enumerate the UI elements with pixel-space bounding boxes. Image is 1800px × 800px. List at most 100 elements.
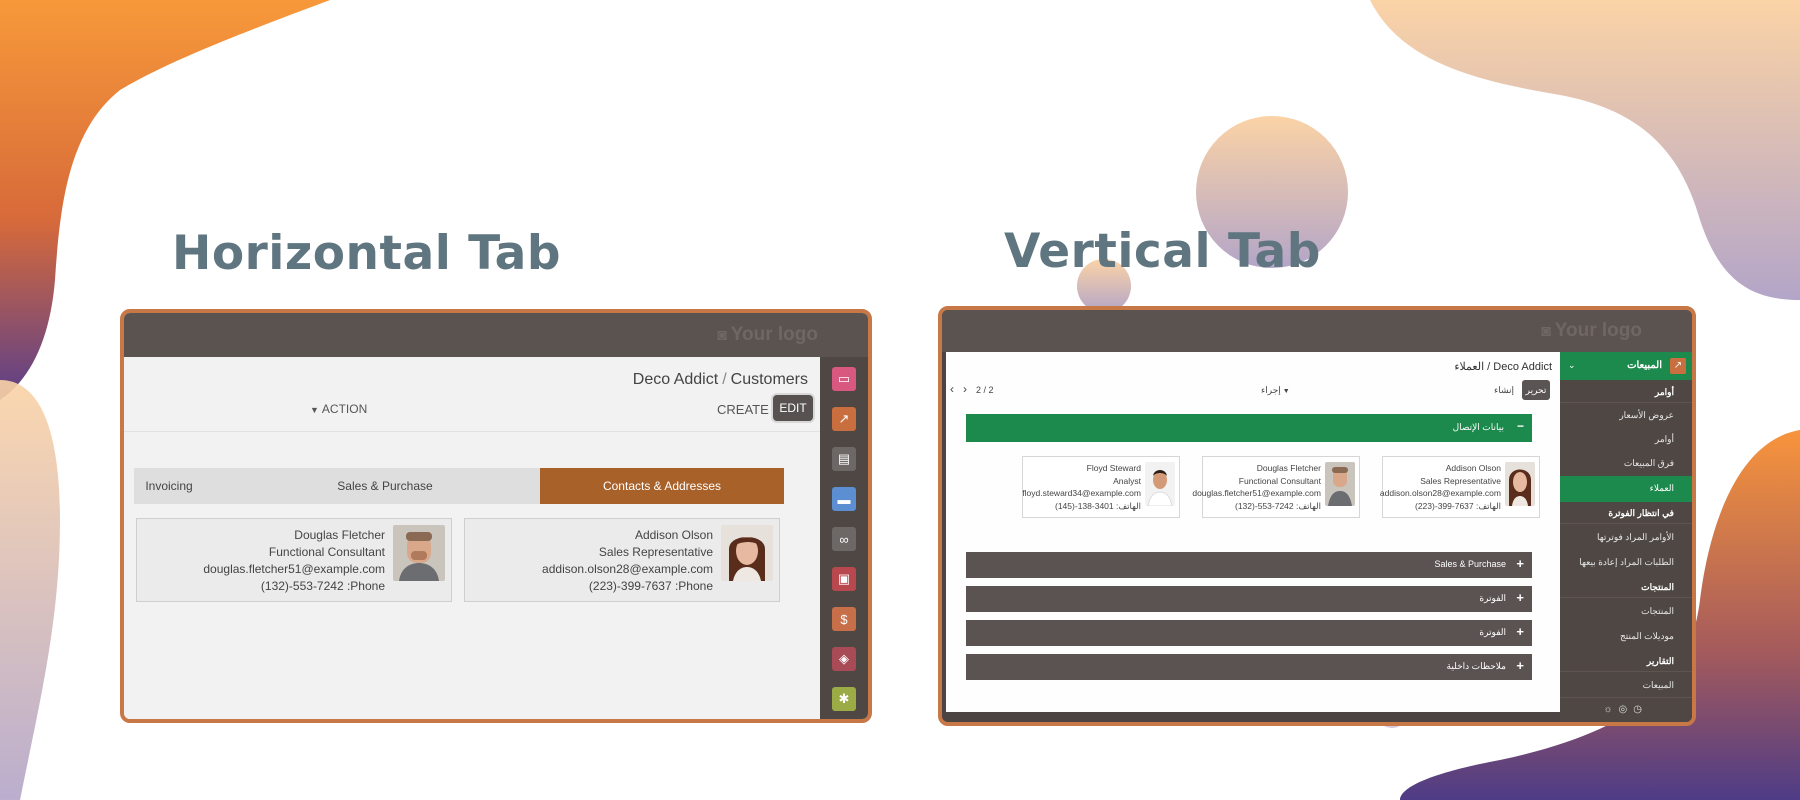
tab-contacts-addresses[interactable]: Contacts & Addresses (540, 468, 784, 504)
section-sales-purchase[interactable]: Sales & Purchase + (966, 552, 1532, 578)
contact-name: Douglas Fletcher (294, 528, 385, 542)
avatar (393, 525, 445, 581)
breadcrumb: العملاء / Deco Addict (1454, 361, 1552, 373)
avatar (1505, 462, 1535, 506)
avatar (721, 525, 773, 581)
form-view: Deco Addict / Customers ▼ ACTION CREATE EDI… (124, 357, 820, 719)
avatar (1145, 462, 1175, 506)
edit-button[interactable]: تحرير (1522, 380, 1550, 400)
action-label: إجراء (1261, 385, 1281, 395)
menu-item-sales-teams[interactable]: فرق المبيعات (1624, 458, 1674, 469)
logo-text: Your logo (1554, 320, 1642, 341)
horizontal-tab-title: Horizontal Tab (172, 226, 562, 281)
menu-header-orders: أوامر (1654, 387, 1674, 397)
chart-icon[interactable]: ↗ (832, 407, 856, 431)
breadcrumb-separator: / (722, 371, 727, 388)
contact-email: douglas.fletcher51@example.com (203, 562, 385, 576)
menu-item-upsell[interactable]: الطلبات المراد إعادة بيعها (1579, 557, 1674, 568)
menu-item-orders-to-invoice[interactable]: الأوامر المراد فوترتها (1597, 532, 1674, 543)
logo: ◙ Your logo (717, 324, 818, 346)
horizontal-tab-screenshot: ◙ Your logo Deco Addict / Customers ▼ ACTION… (120, 309, 872, 723)
contact-title: Sales Representative (598, 545, 713, 559)
logo: ◙ Your logo (1541, 320, 1642, 342)
menu-item-product-variants[interactable]: موديلات المنتج (1620, 631, 1674, 642)
section-internal-notes[interactable]: ملاحظات داخلية + (966, 654, 1532, 680)
action-dropdown[interactable]: ▼ ACTION (310, 402, 367, 416)
contact-email: addison.olson28@example.com (542, 562, 713, 576)
menu-item-customers[interactable]: العملاء (1650, 483, 1674, 494)
invoice-icon[interactable]: $ (832, 607, 856, 631)
footer-icons: ☼◎◷ (1603, 704, 1648, 715)
create-button[interactable]: CREATE (717, 402, 769, 417)
camera-icon: ◙ (1541, 323, 1551, 340)
vertical-tab-screenshot: ◙ Your logo العملاء / Deco Addict تحرير إ… (938, 306, 1696, 726)
camera-icon: ◙ (717, 327, 727, 344)
box-icon[interactable]: ▣ (832, 567, 856, 591)
section-label: الفوترة (1479, 593, 1506, 603)
contact-phone: الهاتف: 7637-399-(223) (1414, 500, 1501, 511)
section-invoicing-2[interactable]: الفوترة + (966, 620, 1532, 646)
breadcrumb-current: Customers (730, 371, 808, 388)
contact-title: Sales Representative (1420, 475, 1501, 486)
contact-name: Addison Olson (634, 528, 713, 542)
contact-card[interactable]: Floyd Steward Analyst floyd.steward34@ex… (1022, 456, 1180, 518)
menu-item-products[interactable]: المنتجات (1641, 606, 1674, 617)
chat-icon[interactable]: ◎ (1619, 704, 1634, 715)
chevron-down-icon[interactable]: ⌄ (1568, 360, 1576, 371)
menu-item-sales-report[interactable]: المبيعات (1643, 680, 1674, 691)
contact-card[interactable]: Addison Olson Sales Representative addis… (1380, 456, 1540, 518)
card-icon[interactable]: ▬ (832, 487, 856, 511)
menu-item-quotations[interactable]: عروض الأسعار (1619, 410, 1674, 421)
breadcrumb: Deco Addict / Customers (633, 371, 808, 389)
edit-button[interactable]: EDIT (773, 395, 813, 421)
vertical-menu: المبيعات ↗ ⌄ أوامر عروض الأسعار أوامر فر… (1560, 352, 1692, 722)
tab-invoicing[interactable]: Invoicing (134, 468, 204, 504)
gear-icon[interactable]: ✱ (832, 687, 856, 711)
contact-info-section[interactable]: بيانات الإتصال − (966, 414, 1532, 442)
chat-icon[interactable]: ▭ (832, 367, 856, 391)
plus-icon: + (1516, 590, 1524, 605)
contact-name: Douglas Fletcher (1256, 463, 1321, 473)
bug-icon[interactable]: ☼ (1603, 704, 1618, 715)
clock-icon[interactable]: ◷ (1633, 704, 1648, 715)
create-button[interactable]: إنشاء (1494, 385, 1514, 396)
divider (1560, 597, 1692, 598)
contact-phone: الهاتف: 7242-553-(132) (1234, 500, 1321, 511)
menu-item-orders[interactable]: أوامر (1655, 434, 1674, 445)
store-icon[interactable]: ▤ (832, 447, 856, 471)
form-view: العملاء / Deco Addict تحرير إنشاء إجراء ▼… (946, 352, 1560, 712)
contact-phone: الهاتف: 3401-138-(145) (1054, 500, 1141, 511)
contact-title: Functional Consultant (1238, 475, 1321, 486)
prev-icon[interactable]: ‹ (950, 382, 954, 396)
contact-email: floyd.steward34@example.com (1022, 488, 1141, 498)
menu-header-to-invoice: في انتظار الفوترة (1608, 508, 1674, 518)
app-sidebar: ▭ ↗ ▤ ▬ ∞ ▣ $ ◈ ✱ (820, 357, 868, 719)
link-icon[interactable]: ∞ (832, 527, 856, 551)
section-label: الفوترة (1479, 627, 1506, 637)
contact-card[interactable]: Addison Olson Sales Representative addis… (464, 518, 780, 602)
contact-email: douglas.fletcher51@example.com (1192, 488, 1321, 498)
avatar (1325, 462, 1355, 506)
caret-down-icon: ▼ (1282, 388, 1290, 395)
section-label: ملاحظات داخلية (1446, 661, 1506, 671)
plus-icon: + (1516, 624, 1524, 639)
breadcrumb-parent[interactable]: Deco Addict (633, 371, 718, 388)
contact-card[interactable]: Douglas Fletcher Functional Consultant d… (136, 518, 452, 602)
contact-title: Functional Consultant (268, 545, 385, 559)
action-dropdown[interactable]: إجراء ▼ (1261, 385, 1290, 396)
plus-icon: + (1516, 658, 1524, 673)
tab-sales-purchase[interactable]: Sales & Purchase (300, 468, 470, 504)
divider (1560, 523, 1692, 524)
divider (1560, 671, 1692, 672)
contact-phone: (132)-553-7242 :Phone (260, 579, 385, 593)
minus-icon: − (1516, 419, 1524, 433)
vertical-tab-title: Vertical Tab (1004, 224, 1321, 279)
cubes-icon[interactable]: ◈ (832, 647, 856, 671)
next-icon[interactable]: › (963, 382, 967, 396)
divider (124, 431, 820, 432)
chart-icon: ↗ (1670, 358, 1686, 374)
divider (1560, 402, 1692, 403)
section-invoicing[interactable]: الفوترة + (966, 586, 1532, 612)
menu-header-reporting: التقارير (1646, 656, 1674, 666)
contact-card[interactable]: Douglas Fletcher Functional Consultant d… (1192, 456, 1360, 518)
